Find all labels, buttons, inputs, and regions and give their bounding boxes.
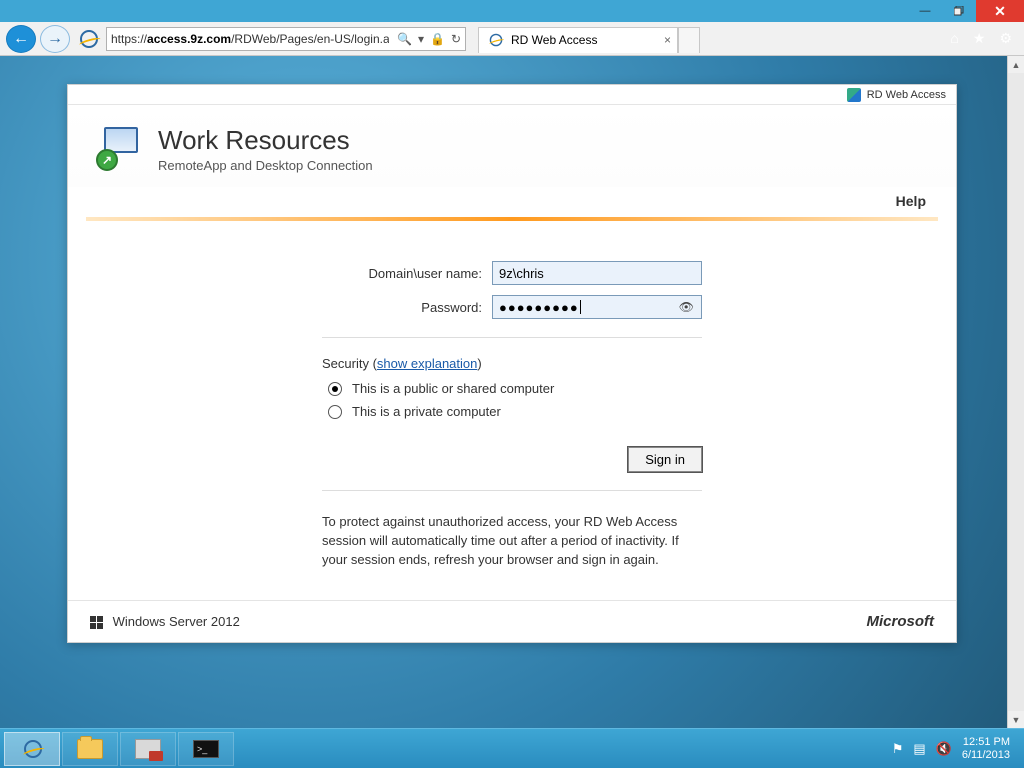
ie-icon <box>24 740 42 758</box>
login-card: RD Web Access ↗ Work Resources RemoteApp… <box>67 84 957 643</box>
favorites-icon[interactable]: ★ <box>973 30 986 47</box>
username-label: Domain\user name: <box>322 266 492 281</box>
security-option-public[interactable]: This is a public or shared computer <box>328 381 702 396</box>
show-explanation-link[interactable]: show explanation <box>377 356 477 371</box>
scrollbar-vertical[interactable]: ▲ ▼ <box>1007 56 1024 728</box>
browser-viewport: RD Web Access ↗ Work Resources RemoteApp… <box>0 56 1024 728</box>
taskbar-explorer-button[interactable] <box>62 732 118 766</box>
taskbar-ie-button[interactable] <box>4 732 60 766</box>
cmd-icon: >_ <box>193 740 219 758</box>
help-link[interactable]: Help <box>896 193 926 209</box>
address-url: https://access.9z.com/RDWeb/Pages/en-US/… <box>111 32 389 46</box>
radio-public-icon <box>328 382 342 396</box>
reveal-password-icon[interactable]: 👁 <box>679 300 695 314</box>
nav-back-button[interactable]: ← <box>6 25 36 53</box>
tab-favicon-icon <box>490 34 503 47</box>
tools-gear-icon[interactable]: ⚙ <box>999 30 1012 47</box>
timeout-disclaimer: To protect against unauthorized access, … <box>322 513 702 570</box>
window-close-button[interactable]: ✕ <box>976 0 1024 22</box>
arrow-left-icon: ← <box>13 30 29 48</box>
tab-close-button[interactable]: × <box>664 33 671 47</box>
arrow-right-icon: → <box>47 30 63 48</box>
tab-title: RD Web Access <box>511 33 597 47</box>
taskbar: >_ ⚑ ▤ 🔇 12:51 PM 6/11/2013 <box>0 728 1024 768</box>
ie-logo-icon <box>80 30 98 48</box>
radio-private-label: This is a private computer <box>352 404 501 419</box>
taskbar-time: 12:51 PM <box>962 736 1010 749</box>
address-bar[interactable]: https://access.9z.com/RDWeb/Pages/en-US/… <box>106 27 466 51</box>
password-label: Password: <box>322 300 492 315</box>
rd-web-access-link[interactable]: RD Web Access <box>867 89 946 101</box>
window-restore-button[interactable] <box>942 0 976 22</box>
new-tab-button[interactable] <box>678 27 700 53</box>
page-title: Work Resources <box>158 125 373 156</box>
refresh-icon[interactable]: ↻ <box>451 32 461 46</box>
card-top-link-bar: RD Web Access <box>68 85 956 105</box>
security-option-private[interactable]: This is a private computer <box>328 404 702 419</box>
sign-in-button[interactable]: Sign in <box>628 447 702 472</box>
browser-toolbar: ← → https://access.9z.com/RDWeb/Pages/en… <box>0 22 1024 56</box>
action-center-icon[interactable]: ⚑ <box>892 741 904 757</box>
divider <box>322 337 702 338</box>
volume-icon[interactable]: 🔇 <box>936 741 952 757</box>
radio-private-icon <box>328 405 342 419</box>
search-mode-icon[interactable]: 🔍 <box>397 32 412 46</box>
system-tray: ⚑ ▤ 🔇 12:51 PM 6/11/2013 <box>892 736 1020 761</box>
taskbar-date: 6/11/2013 <box>962 749 1010 762</box>
scroll-down-icon[interactable]: ▼ <box>1008 711 1024 728</box>
divider <box>322 490 702 491</box>
microsoft-logo: Microsoft <box>867 613 935 630</box>
footer-product: Windows Server 2012 <box>90 614 240 629</box>
network-icon[interactable]: ▤ <box>913 741 925 757</box>
password-field[interactable]: ●●●●●●●●● 👁 <box>492 295 702 319</box>
page-subtitle: RemoteApp and Desktop Connection <box>158 158 373 173</box>
restore-icon <box>954 6 964 16</box>
nav-forward-button[interactable]: → <box>40 25 70 53</box>
security-heading: Security (show explanation) <box>322 356 702 371</box>
card-header: ↗ Work Resources RemoteApp and Desktop C… <box>68 105 956 187</box>
rd-web-access-icon <box>847 88 861 102</box>
browser-tab-active[interactable]: RD Web Access × <box>478 27 678 53</box>
browser-tabstrip: RD Web Access × <box>478 25 700 53</box>
window-minimize-button[interactable]: — <box>908 0 942 22</box>
taskbar-cmd-button[interactable]: >_ <box>178 732 234 766</box>
folder-icon <box>77 739 103 759</box>
server-manager-icon <box>135 739 161 759</box>
window-titlebar: — ✕ <box>0 0 1024 22</box>
windows-flag-icon <box>90 616 103 629</box>
taskbar-server-manager-button[interactable] <box>120 732 176 766</box>
lock-icon[interactable]: 🔒 <box>430 32 445 46</box>
work-resources-icon: ↗ <box>96 127 144 171</box>
home-icon[interactable]: ⌂ <box>950 30 958 47</box>
taskbar-clock[interactable]: 12:51 PM 6/11/2013 <box>962 736 1010 761</box>
scroll-up-icon[interactable]: ▲ <box>1008 56 1024 73</box>
username-field[interactable]: 9z\chris <box>492 261 702 285</box>
radio-public-label: This is a public or shared computer <box>352 381 554 396</box>
card-footer: Windows Server 2012 Microsoft <box>68 600 956 642</box>
